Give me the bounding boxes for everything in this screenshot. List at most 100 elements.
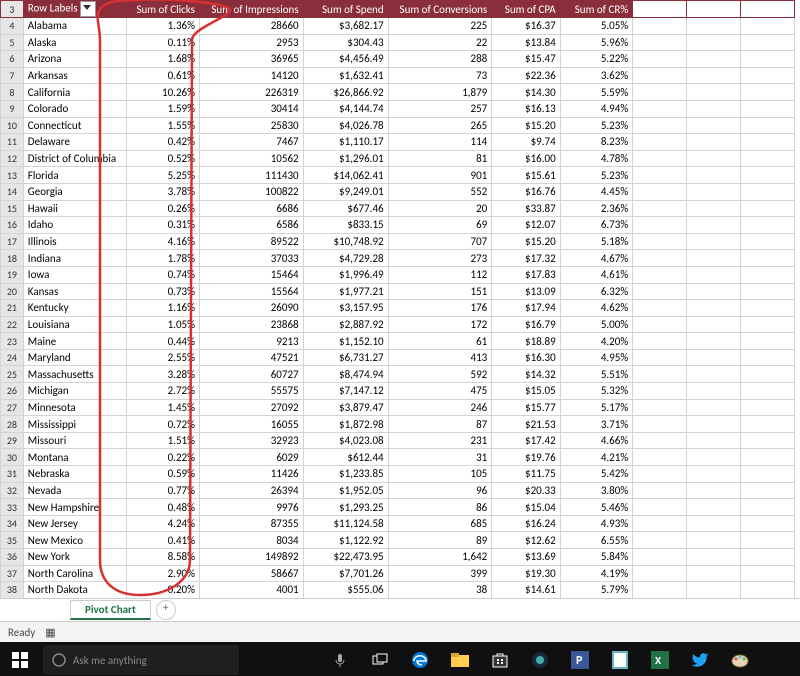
excel-icon[interactable]: X [640,642,680,676]
cell-clicks[interactable]: 8.58% [127,549,200,566]
cell-conversions[interactable]: 685 [388,515,492,532]
cell-state[interactable]: Nebraska [23,466,127,483]
cell-cr[interactable]: 3.62% [560,67,633,84]
cell-spend[interactable]: $4,023.08 [303,432,388,449]
row-header[interactable]: 33 [1,499,24,516]
row-header[interactable]: 20 [1,283,24,300]
app-icon-p[interactable]: P [560,642,600,676]
cell-state[interactable]: Montana [23,449,127,466]
cell-clicks[interactable]: 1.45% [127,399,200,416]
row-header[interactable]: 5 [1,34,24,51]
cell-cpa[interactable]: $17.83 [492,266,560,283]
cell-state[interactable]: Colorado [23,100,127,117]
cell-cpa[interactable]: $17.32 [492,250,560,267]
row-header[interactable]: 26 [1,383,24,400]
cell-impressions[interactable]: 58667 [199,565,303,582]
table-row[interactable]: 27Minnesota1.45%27092$3,879.47246$15.775… [1,399,795,416]
cell-conversions[interactable]: 96 [388,482,492,499]
table-row[interactable]: 38North Dakota0.20%4001$555.0638$14.615.… [1,582,795,598]
cell-cr[interactable]: 5.42% [560,466,633,483]
cell-state[interactable]: New Jersey [23,515,127,532]
cell-cr[interactable]: 4.78% [560,150,633,167]
cell-cr[interactable]: 4.93% [560,515,633,532]
cell-impressions[interactable]: 16055 [199,416,303,433]
table-row[interactable]: 22Louisiana1.05%23868$2,887.92172$16.795… [1,316,795,333]
cell-state[interactable]: Illinois [23,233,127,250]
worksheet-area[interactable]: 3Row LabelsSum of ClicksSum of Impressio… [0,0,800,598]
cell-clicks[interactable]: 4.16% [127,233,200,250]
cell-clicks[interactable]: 0.22% [127,449,200,466]
cell-impressions[interactable]: 37033 [199,250,303,267]
cell-spend[interactable]: $3,157.95 [303,300,388,317]
cell-cr[interactable]: 5.23% [560,167,633,184]
row-header[interactable]: 13 [1,167,24,184]
cell-state[interactable]: California [23,84,127,101]
cell-impressions[interactable]: 47521 [199,349,303,366]
row-header[interactable]: 23 [1,333,24,350]
table-row[interactable]: 10Connecticut1.55%25830$4,026.78265$15.2… [1,117,795,134]
cell-clicks[interactable]: 3.78% [127,183,200,200]
row-header[interactable]: 12 [1,150,24,167]
record-macro-icon[interactable]: ▦ [45,626,55,639]
app-icon-note[interactable] [600,642,640,676]
cell-state[interactable]: New Mexico [23,532,127,549]
cell-conversions[interactable]: 231 [388,432,492,449]
cell-conversions[interactable]: 22 [388,34,492,51]
row-header[interactable]: 4 [1,18,24,35]
cell-spend[interactable]: $1,152.10 [303,333,388,350]
table-row[interactable]: 25Massachusetts3.28%60727$8,474.94592$14… [1,366,795,383]
cell-cpa[interactable]: $13.84 [492,34,560,51]
table-row[interactable]: 15Hawaii0.26%6686$677.4620$33.872.36% [1,200,795,217]
table-row[interactable]: 24Maryland2.55%47521$6,731.27413$16.304.… [1,349,795,366]
table-row[interactable]: 33New Hampshire0.48%9976$1,293.2586$15.0… [1,499,795,516]
table-row[interactable]: 34New Jersey4.24%87355$11,124.58685$16.2… [1,515,795,532]
cell-cr[interactable]: 4.67% [560,250,633,267]
cell-conversions[interactable]: 151 [388,283,492,300]
cell-clicks[interactable]: 0.20% [127,582,200,598]
cell-clicks[interactable]: 0.72% [127,416,200,433]
cell-conversions[interactable]: 552 [388,183,492,200]
cell-conversions[interactable]: 81 [388,150,492,167]
table-row[interactable]: 20Kansas0.73%15564$1,977.21151$13.096.32… [1,283,795,300]
table-row[interactable]: 28Mississippi0.72%16055$1,872.9887$21.53… [1,416,795,433]
cell-state[interactable]: Maryland [23,349,127,366]
cell-cpa[interactable]: $13.09 [492,283,560,300]
cell-cpa[interactable]: $16.37 [492,18,560,35]
cell-clicks[interactable]: 10.26% [127,84,200,101]
row-header[interactable]: 30 [1,449,24,466]
cell-conversions[interactable]: 707 [388,233,492,250]
cell-impressions[interactable]: 15564 [199,283,303,300]
table-row[interactable]: 13Florida5.25%111430$14,062.41901$15.615… [1,167,795,184]
table-row[interactable]: 18Indiana1.78%37033$4,729.28273$17.324.6… [1,250,795,267]
table-row[interactable]: 23Maine0.44%9213$1,152.1061$18.894.20% [1,333,795,350]
cell-clicks[interactable]: 0.74% [127,266,200,283]
cell-impressions[interactable]: 11426 [199,466,303,483]
cell-conversions[interactable]: 413 [388,349,492,366]
table-row[interactable]: 31Nebraska0.59%11426$1,233.85105$11.755.… [1,466,795,483]
table-row[interactable]: 26Michigan2.72%55575$7,147.12475$15.055.… [1,383,795,400]
cell-cpa[interactable]: $15.61 [492,167,560,184]
cell-cr[interactable]: 5.46% [560,499,633,516]
cell-cpa[interactable]: $16.79 [492,316,560,333]
cell-cr[interactable]: 5.59% [560,84,633,101]
cell-clicks[interactable]: 0.73% [127,283,200,300]
cell-cr[interactable]: 4.95% [560,349,633,366]
cell-impressions[interactable]: 27092 [199,399,303,416]
cell-spend[interactable]: $1,233.85 [303,466,388,483]
cell-spend[interactable]: $4,026.78 [303,117,388,134]
cell-cpa[interactable]: $13.69 [492,549,560,566]
cell-cr[interactable]: 5.84% [560,549,633,566]
col-header[interactable]: Sum of CR% [560,1,633,18]
cell-cr[interactable]: 5.05% [560,18,633,35]
cell-spend[interactable]: $10,748.92 [303,233,388,250]
twitter-icon[interactable] [680,642,720,676]
row-header[interactable]: 14 [1,183,24,200]
row-header[interactable]: 25 [1,366,24,383]
cell-clicks[interactable]: 0.11% [127,34,200,51]
cell-clicks[interactable]: 2.55% [127,349,200,366]
row-header[interactable]: 7 [1,67,24,84]
cell-impressions[interactable]: 55575 [199,383,303,400]
cell-state[interactable]: Alabama [23,18,127,35]
cell-cr[interactable]: 5.23% [560,117,633,134]
cell-conversions[interactable]: 225 [388,18,492,35]
